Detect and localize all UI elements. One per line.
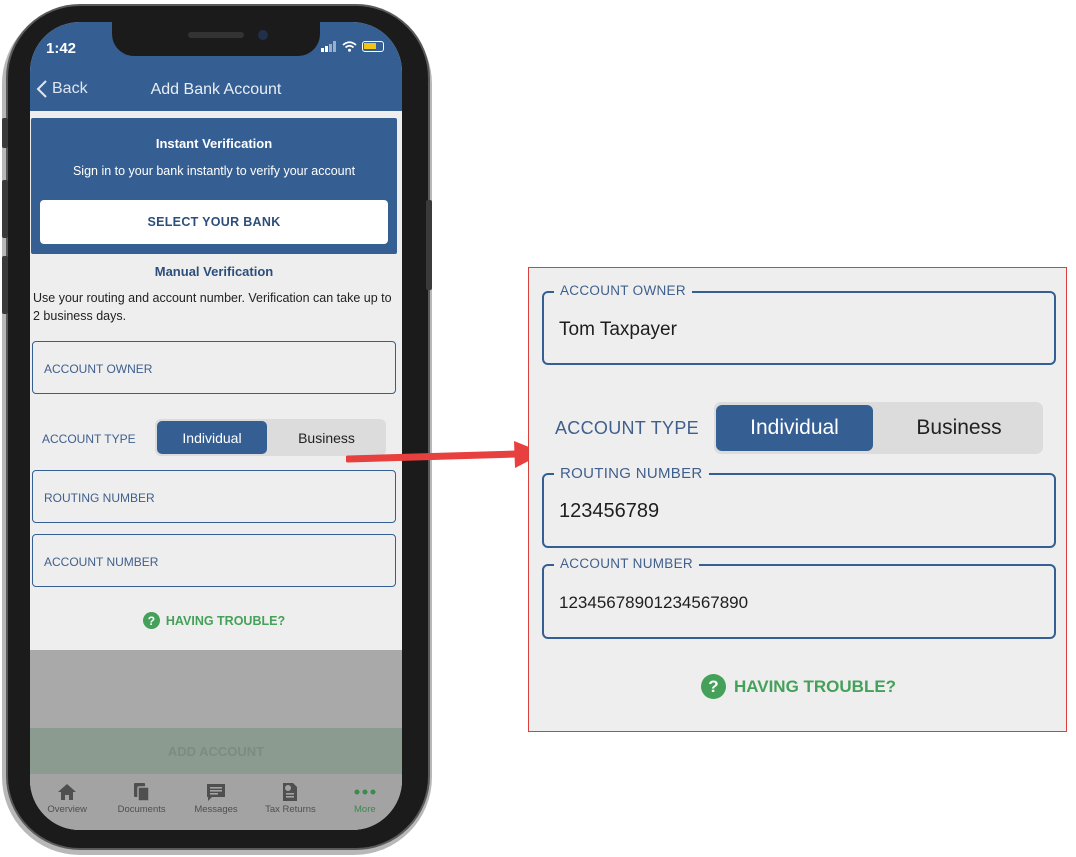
zoom-account-owner-label: ACCOUNT OWNER: [554, 283, 692, 298]
battery-icon: [362, 41, 384, 52]
tab-messages[interactable]: Messages: [179, 774, 253, 830]
tab-label: More: [354, 804, 376, 815]
account-type-individual[interactable]: Individual: [157, 421, 267, 454]
select-your-bank-button[interactable]: SELECT YOUR BANK: [40, 200, 388, 244]
wifi-icon: [342, 41, 357, 52]
zoom-account-type-label: ACCOUNT TYPE: [555, 418, 699, 438]
phone-volume-down: [2, 256, 8, 314]
having-trouble-link[interactable]: ? HAVING TROUBLE?: [30, 612, 398, 629]
instant-verification-subtitle: Sign in to your bank instantly to verify…: [72, 164, 356, 178]
zoom-having-trouble-link[interactable]: ? HAVING TROUBLE?: [529, 674, 1068, 699]
phone-power-button: [426, 200, 432, 290]
manual-verification-description: Use your routing and account number. Ver…: [33, 291, 392, 323]
tab-label: Documents: [117, 804, 166, 815]
help-icon: ?: [142, 612, 160, 629]
account-number-placeholder: ACCOUNT NUMBER: [44, 555, 159, 569]
phone-screen: 1:42 Back Add Bank Account Instant Verif…: [30, 22, 402, 830]
tab-tax-returns[interactable]: Tax Returns: [253, 774, 327, 830]
speaker-grille: [188, 32, 244, 38]
messages-icon: [206, 782, 226, 802]
zoom-account-type-individual[interactable]: Individual: [716, 405, 873, 451]
zoom-account-number-value: 12345678901234567890: [559, 593, 749, 612]
zoom-routing-number-field[interactable]: ROUTING NUMBER 123456789: [542, 465, 1056, 548]
manual-verification-title: Manual Verification: [154, 264, 274, 279]
zoom-callout-panel: ACCOUNT OWNER Tom Taxpayer ACCOUNT TYPE …: [528, 267, 1067, 732]
zoom-account-owner-field[interactable]: ACCOUNT OWNER Tom Taxpayer: [542, 283, 1056, 365]
instant-verification-title: Instant Verification: [155, 136, 273, 151]
account-number-input[interactable]: ACCOUNT NUMBER: [32, 534, 396, 587]
add-account-button[interactable]: ADD ACCOUNT: [30, 728, 402, 774]
having-trouble-label: HAVING TROUBLE?: [165, 613, 286, 628]
phone-side-button: [2, 118, 8, 148]
status-icons: [321, 41, 384, 52]
account-owner-input[interactable]: ACCOUNT OWNER: [32, 341, 396, 394]
zoom-account-owner-value: Tom Taxpayer: [559, 319, 677, 340]
tab-more[interactable]: More: [328, 774, 402, 830]
tax-returns-icon: [281, 782, 299, 802]
home-icon: [57, 782, 77, 802]
zoom-account-number-field[interactable]: ACCOUNT NUMBER 12345678901234567890: [542, 556, 1056, 639]
front-camera: [258, 30, 268, 40]
account-owner-placeholder: ACCOUNT OWNER: [44, 362, 153, 376]
help-icon: ?: [700, 674, 726, 699]
tab-label: Overview: [47, 804, 87, 815]
instant-verification-card: Instant Verification Sign in to your ban…: [31, 118, 397, 254]
tab-label: Messages: [194, 804, 238, 815]
callout-arrow: [346, 441, 544, 468]
zoom-having-trouble-label: HAVING TROUBLE?: [733, 676, 897, 696]
tab-overview[interactable]: Overview: [30, 774, 104, 830]
account-type-label: ACCOUNT TYPE: [42, 432, 136, 446]
routing-number-input[interactable]: ROUTING NUMBER: [32, 470, 396, 523]
more-icon: [354, 782, 376, 802]
phone-volume-up: [2, 180, 8, 238]
tab-bar: Overview Documents Messages Tax Returns …: [30, 774, 402, 830]
zoom-routing-number-label: ROUTING NUMBER: [554, 465, 709, 482]
routing-number-placeholder: ROUTING NUMBER: [44, 491, 155, 505]
status-time: 1:42: [46, 40, 77, 57]
documents-icon: [133, 782, 151, 802]
tab-documents[interactable]: Documents: [104, 774, 178, 830]
page-title: Add Bank Account: [150, 81, 282, 98]
tab-label: Tax Returns: [265, 804, 316, 815]
phone-notch: [112, 22, 320, 56]
zoom-account-type-business[interactable]: Business: [877, 405, 1041, 451]
zoom-account-number-label: ACCOUNT NUMBER: [554, 556, 699, 571]
signal-icon: [321, 41, 336, 52]
zoom-routing-number-value: 123456789: [559, 500, 660, 522]
zoom-account-type-toggle: Individual Business: [714, 402, 1043, 454]
